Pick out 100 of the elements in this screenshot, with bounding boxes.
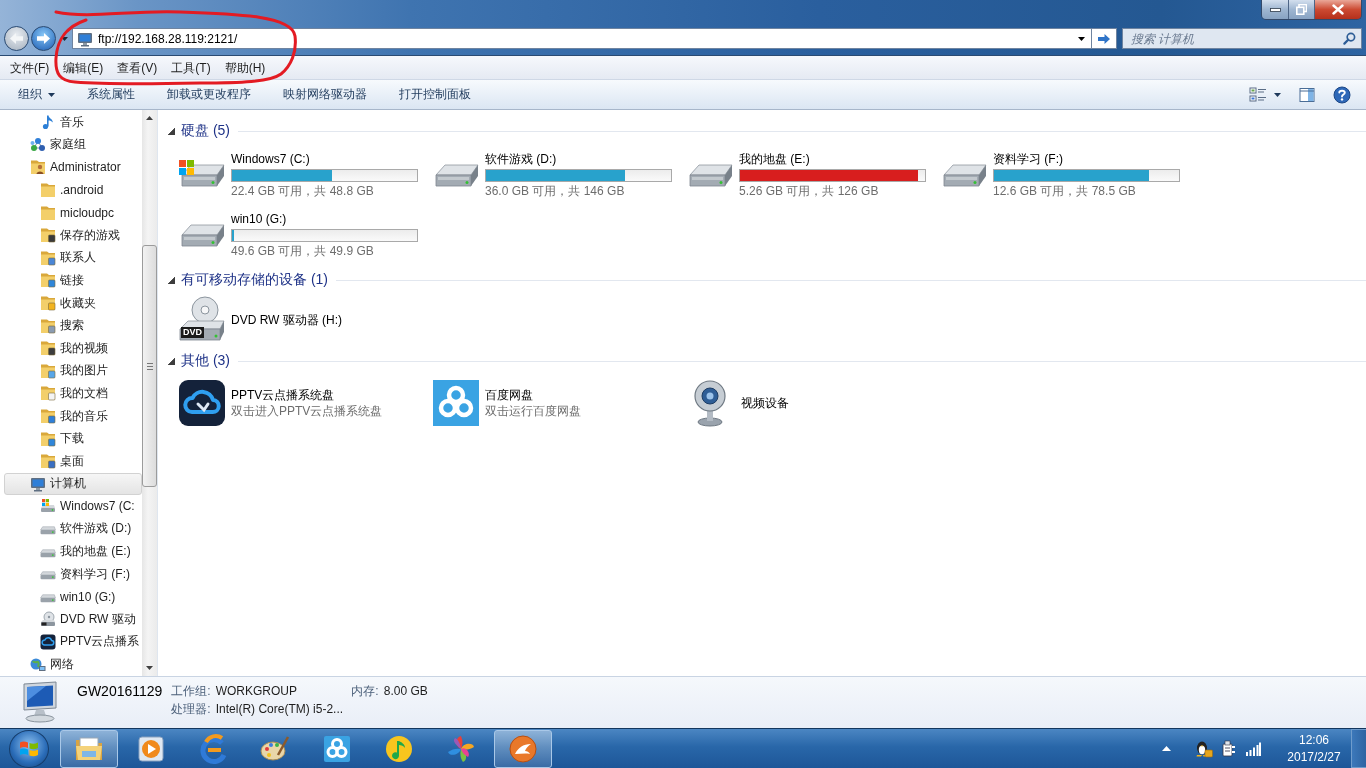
right-arrow-icon bbox=[1097, 32, 1111, 45]
toolbar-button[interactable]: 系统属性 bbox=[76, 82, 146, 107]
app-icon bbox=[507, 732, 539, 765]
dvd-label: DVD bbox=[181, 327, 204, 338]
nav-item[interactable]: 联系人 bbox=[4, 246, 142, 270]
toolbar-button[interactable]: 打开控制面板 bbox=[388, 82, 482, 107]
dropdown-caret-icon[interactable] bbox=[1078, 36, 1085, 41]
right-arrow-icon bbox=[36, 32, 51, 45]
nav-item[interactable]: 我的图片 bbox=[4, 359, 142, 383]
nav-item[interactable]: DVD RW 驱动 bbox=[4, 608, 142, 631]
address-bar[interactable]: ftp://192.168.28.119:2121/ bbox=[72, 28, 1092, 49]
address-field[interactable]: ftp://192.168.28.119:2121/ bbox=[93, 31, 1078, 46]
nav-item[interactable]: 保存的游戏 bbox=[4, 223, 142, 247]
signal-bars-icon[interactable] bbox=[1245, 741, 1261, 756]
nav-item[interactable]: micloudpc bbox=[4, 201, 142, 224]
nav-item[interactable]: 软件游戏 (D:) bbox=[4, 517, 142, 541]
drive-name: win10 (G:) bbox=[231, 210, 288, 227]
toolbar-button[interactable]: 组织 bbox=[7, 82, 66, 107]
nav-item[interactable]: 我的地盘 (E:) bbox=[4, 540, 142, 563]
field-label: 内存: bbox=[351, 683, 379, 700]
help-icon bbox=[1333, 85, 1351, 104]
free-space-text: 5.26 GB 可用，共 126 GB bbox=[739, 182, 880, 200]
scrollbar[interactable] bbox=[142, 110, 157, 676]
free-space-text: 22.4 GB 可用，共 48.8 GB bbox=[231, 182, 375, 200]
nav-item[interactable]: 音乐 bbox=[4, 111, 142, 134]
free-space-text: 49.6 GB 可用，共 49.9 GB bbox=[231, 242, 375, 260]
nav-item[interactable]: .android bbox=[4, 178, 142, 202]
drive-name: DVD RW 驱动器 (H:) bbox=[231, 312, 344, 328]
folder-icon bbox=[40, 227, 56, 244]
group-header[interactable]: 其他 (3) bbox=[168, 351, 1366, 371]
forward-button[interactable] bbox=[31, 26, 56, 51]
item-name: 百度网盘 bbox=[485, 386, 534, 403]
menu-item[interactable]: 查看(V) bbox=[110, 58, 165, 77]
folder-icon bbox=[40, 249, 56, 266]
restore-button[interactable] bbox=[1289, 0, 1315, 19]
view-list-icon bbox=[1249, 86, 1267, 103]
search-icon[interactable] bbox=[1343, 32, 1356, 45]
toolbar-button[interactable]: 卸载或更改程序 bbox=[156, 82, 262, 107]
homegroup-icon bbox=[30, 136, 46, 153]
drive-icon bbox=[40, 548, 56, 558]
close-icon bbox=[1332, 4, 1344, 15]
clock-time: 12:06 bbox=[1299, 731, 1329, 749]
penguin-icon[interactable] bbox=[1195, 739, 1213, 758]
menu-item[interactable]: 文件(F) bbox=[3, 58, 57, 77]
folder-icon bbox=[40, 272, 56, 289]
minimize-button[interactable] bbox=[1262, 0, 1289, 19]
nav-item[interactable]: Windows7 (C: bbox=[4, 495, 142, 518]
group-header[interactable]: 硬盘 (5) bbox=[168, 121, 1366, 141]
drive-name: 资料学习 (F:) bbox=[993, 150, 1064, 167]
nav-item[interactable]: 搜索 bbox=[4, 314, 142, 337]
close-button[interactable] bbox=[1315, 0, 1361, 19]
drive-icon bbox=[40, 526, 56, 535]
caret-icon bbox=[48, 92, 55, 97]
menu-item[interactable]: 帮助(H) bbox=[217, 58, 273, 77]
nav-item[interactable]: 收藏夹 bbox=[4, 291, 142, 315]
menu-item[interactable]: 编辑(E) bbox=[56, 58, 111, 77]
field-value: 8.00 GB bbox=[383, 683, 428, 700]
nav-item[interactable]: 资料学习 (F:) bbox=[4, 562, 142, 586]
nav-item[interactable]: 我的视频 bbox=[4, 336, 142, 360]
go-button[interactable] bbox=[1092, 28, 1117, 49]
network-icon bbox=[30, 656, 46, 673]
folder-icon bbox=[40, 430, 56, 447]
nav-item[interactable]: 我的文档 bbox=[4, 382, 142, 405]
nav-item[interactable]: 家庭组 bbox=[4, 133, 142, 157]
cloud-app-icon[interactable] bbox=[178, 379, 226, 427]
folder-icon bbox=[40, 408, 56, 424]
nav-item[interactable]: 下载 bbox=[4, 427, 142, 450]
caret-icon bbox=[1274, 92, 1281, 97]
taskbar-button[interactable] bbox=[60, 729, 118, 768]
power-plug-icon[interactable] bbox=[1221, 739, 1237, 758]
nav-item[interactable]: 网络 bbox=[4, 653, 142, 676]
item-name: PPTV云点播系统盘 bbox=[231, 386, 336, 403]
free-space-text: 36.0 GB 可用，共 146 GB bbox=[485, 182, 626, 200]
folder-icon bbox=[40, 340, 56, 357]
group-header[interactable]: 有可移动存储的设备 (1) bbox=[168, 270, 1366, 290]
drive-icon bbox=[40, 571, 56, 581]
cloud-rings-icon[interactable] bbox=[432, 379, 480, 427]
folder-icon bbox=[40, 385, 56, 402]
search-bar[interactable]: 搜索 计算机 bbox=[1122, 28, 1362, 49]
history-caret-icon[interactable] bbox=[61, 36, 68, 41]
nav-item[interactable]: 我的音乐 bbox=[4, 404, 142, 428]
user-folder-icon bbox=[30, 159, 46, 176]
start-button[interactable] bbox=[9, 729, 49, 768]
nav-item[interactable]: Administrator bbox=[4, 156, 142, 179]
cloud-app-icon bbox=[40, 633, 56, 650]
nav-item[interactable]: 链接 bbox=[4, 269, 142, 292]
scroll-thumb[interactable] bbox=[142, 245, 157, 487]
swirl-icon bbox=[197, 732, 229, 765]
nav-item[interactable]: win10 (G:) bbox=[4, 585, 142, 609]
nav-item[interactable]: 计算机 bbox=[4, 472, 142, 496]
toolbar-button[interactable]: 映射网络驱动器 bbox=[272, 82, 378, 107]
taskbar-button[interactable] bbox=[494, 729, 552, 768]
search-field[interactable]: 搜索 计算机 bbox=[1131, 31, 1343, 46]
restore-icon bbox=[1296, 4, 1307, 15]
minimize-icon bbox=[1269, 7, 1281, 12]
drive-name: Windows7 (C:) bbox=[231, 150, 311, 167]
nav-item[interactable]: PPTV云点播系 bbox=[4, 630, 142, 654]
menu-item[interactable]: 工具(T) bbox=[164, 58, 218, 77]
nav-item[interactable]: 桌面 bbox=[4, 449, 142, 473]
computer-icon bbox=[30, 475, 46, 492]
